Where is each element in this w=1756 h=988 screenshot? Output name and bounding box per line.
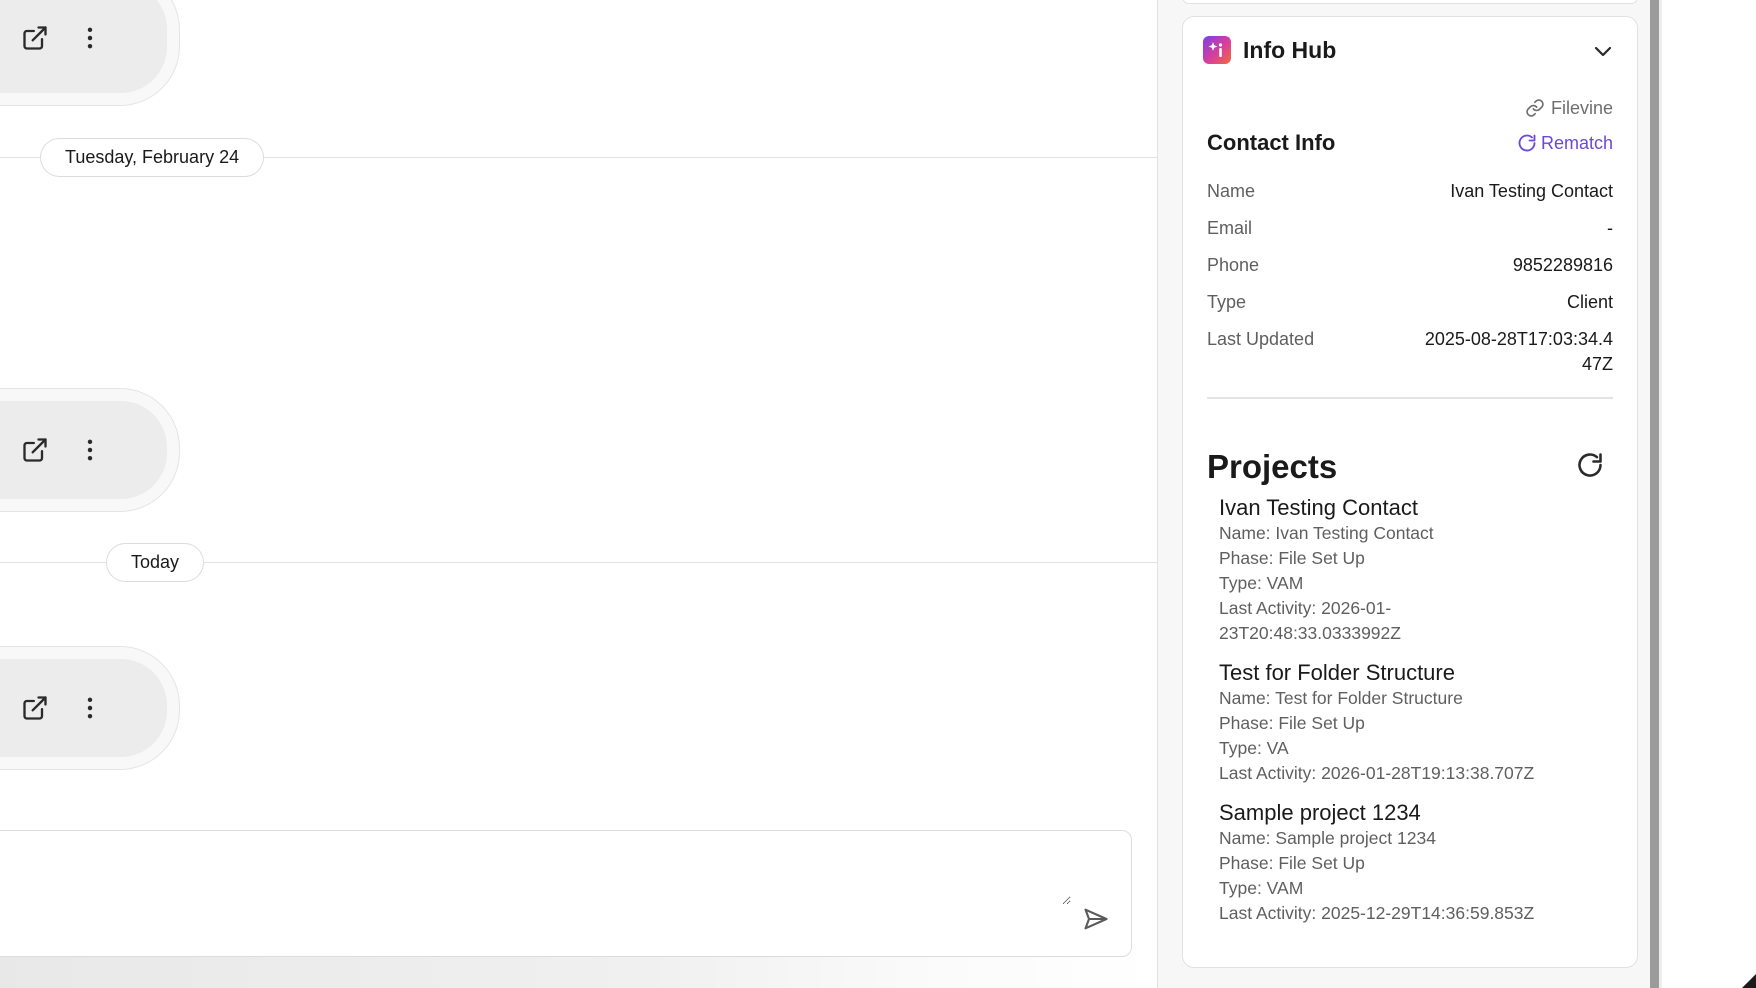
contact-value: Ivan Testing Contact bbox=[1450, 181, 1613, 201]
info-hub-logo-icon bbox=[1203, 36, 1231, 64]
external-link-icon bbox=[23, 438, 47, 462]
message-bubble bbox=[0, 388, 180, 512]
open-message-button[interactable] bbox=[17, 432, 53, 468]
project-item[interactable]: Test for Folder Structure Name: Test for… bbox=[1219, 660, 1613, 786]
previous-card-edge bbox=[1182, 0, 1638, 4]
more-vertical-icon bbox=[87, 697, 93, 719]
chevron-down-icon bbox=[1594, 46, 1612, 57]
info-hub-header[interactable]: Info Hub bbox=[1183, 17, 1637, 81]
more-vertical-icon bbox=[87, 439, 93, 461]
project-type: Type: VAM bbox=[1219, 878, 1304, 898]
project-phase: Phase: File Set Up bbox=[1219, 713, 1365, 733]
project-last-activity: Last Activity: 2026-01- 23T20:48:33.03339… bbox=[1219, 598, 1401, 643]
message-bubble bbox=[0, 646, 180, 770]
app-window: Tuesday, February 24 Today Info Hub File… bbox=[0, 0, 1756, 988]
contact-value: 2025-08-28T17:03:34.447Z bbox=[1424, 329, 1613, 374]
project-type: Type: VAM bbox=[1219, 573, 1304, 593]
message-composer bbox=[0, 830, 1132, 957]
scrollbar-thumb[interactable] bbox=[1650, 0, 1659, 988]
info-hub-card: Info Hub Filevine Contact Info Rematch N… bbox=[1182, 16, 1638, 968]
project-phase: Phase: File Set Up bbox=[1219, 853, 1365, 873]
more-vertical-icon bbox=[87, 27, 93, 49]
info-hub-title: Info Hub bbox=[1243, 37, 1337, 63]
project-type: Type: VA bbox=[1219, 738, 1289, 758]
project-name: Name: Test for Folder Structure bbox=[1219, 688, 1463, 708]
message-options-button[interactable] bbox=[72, 432, 108, 468]
message-bubble bbox=[0, 0, 180, 106]
section-divider bbox=[1207, 397, 1613, 399]
contact-value: 9852289816 bbox=[1512, 255, 1613, 275]
side-panel: Info Hub Filevine Contact Info Rematch N… bbox=[1157, 0, 1650, 988]
open-message-button[interactable] bbox=[17, 20, 53, 56]
contact-info-title: Contact Info bbox=[1207, 130, 1336, 155]
contact-label: Name bbox=[1207, 181, 1256, 201]
project-item[interactable]: Ivan Testing Contact Name: Ivan Testing … bbox=[1219, 495, 1613, 646]
projects-title: Projects bbox=[1207, 448, 1338, 485]
project-name: Name: Ivan Testing Contact bbox=[1219, 523, 1434, 543]
contact-label: Type bbox=[1207, 292, 1247, 312]
contact-label: Email bbox=[1207, 218, 1253, 238]
date-separator: Tuesday, February 24 bbox=[0, 138, 1157, 178]
filevine-source-link[interactable]: Filevine bbox=[1525, 95, 1613, 121]
rematch-button[interactable]: Rematch bbox=[1517, 129, 1613, 157]
contact-label: Last Updated bbox=[1207, 329, 1315, 349]
sparkle-icon bbox=[1208, 42, 1223, 57]
collapse-button[interactable] bbox=[1587, 35, 1619, 67]
contact-value: - bbox=[1607, 218, 1613, 238]
send-button[interactable] bbox=[1079, 902, 1113, 936]
refresh-projects-button[interactable] bbox=[1573, 448, 1607, 482]
rematch-label: Rematch bbox=[1540, 132, 1613, 153]
date-separator: Today bbox=[0, 543, 1157, 583]
window-margin bbox=[1662, 0, 1756, 988]
project-title: Sample project 1234 bbox=[1219, 800, 1421, 825]
message-input[interactable] bbox=[1, 845, 1071, 905]
project-title: Ivan Testing Contact bbox=[1219, 495, 1418, 520]
message-options-button[interactable] bbox=[72, 20, 108, 56]
project-last-activity: Last Activity: 2025-12-29T14:36:59.853Z bbox=[1219, 903, 1535, 923]
refresh-icon bbox=[1578, 453, 1602, 477]
message-bubble-body bbox=[0, 659, 167, 757]
resize-corner bbox=[1742, 974, 1756, 988]
message-bubble-body bbox=[0, 401, 167, 499]
external-link-icon bbox=[23, 26, 47, 50]
link-icon bbox=[1526, 99, 1544, 117]
source-link-label: Filevine bbox=[1550, 97, 1613, 118]
contact-label: Phone bbox=[1207, 255, 1260, 275]
project-title: Test for Folder Structure bbox=[1219, 660, 1455, 685]
message-options-button[interactable] bbox=[72, 690, 108, 726]
refresh-icon bbox=[1518, 134, 1536, 152]
project-name: Name: Sample project 1234 bbox=[1219, 828, 1436, 848]
external-link-icon bbox=[23, 696, 47, 720]
contact-value: Client bbox=[1566, 292, 1613, 312]
date-separator-label: Tuesday, February 24 bbox=[40, 138, 265, 177]
open-message-button[interactable] bbox=[17, 690, 53, 726]
project-item[interactable]: Sample project 1234 Name: Sample project… bbox=[1219, 800, 1613, 926]
chat-thread: Tuesday, February 24 Today bbox=[0, 0, 1157, 988]
send-icon bbox=[1084, 908, 1108, 930]
side-panel-scrollbar[interactable] bbox=[1650, 0, 1662, 988]
project-phase: Phase: File Set Up bbox=[1219, 548, 1365, 568]
project-last-activity: Last Activity: 2026-01-28T19:13:38.707Z bbox=[1219, 763, 1535, 783]
message-bubble-body bbox=[0, 0, 167, 93]
date-separator-label: Today bbox=[106, 543, 205, 582]
